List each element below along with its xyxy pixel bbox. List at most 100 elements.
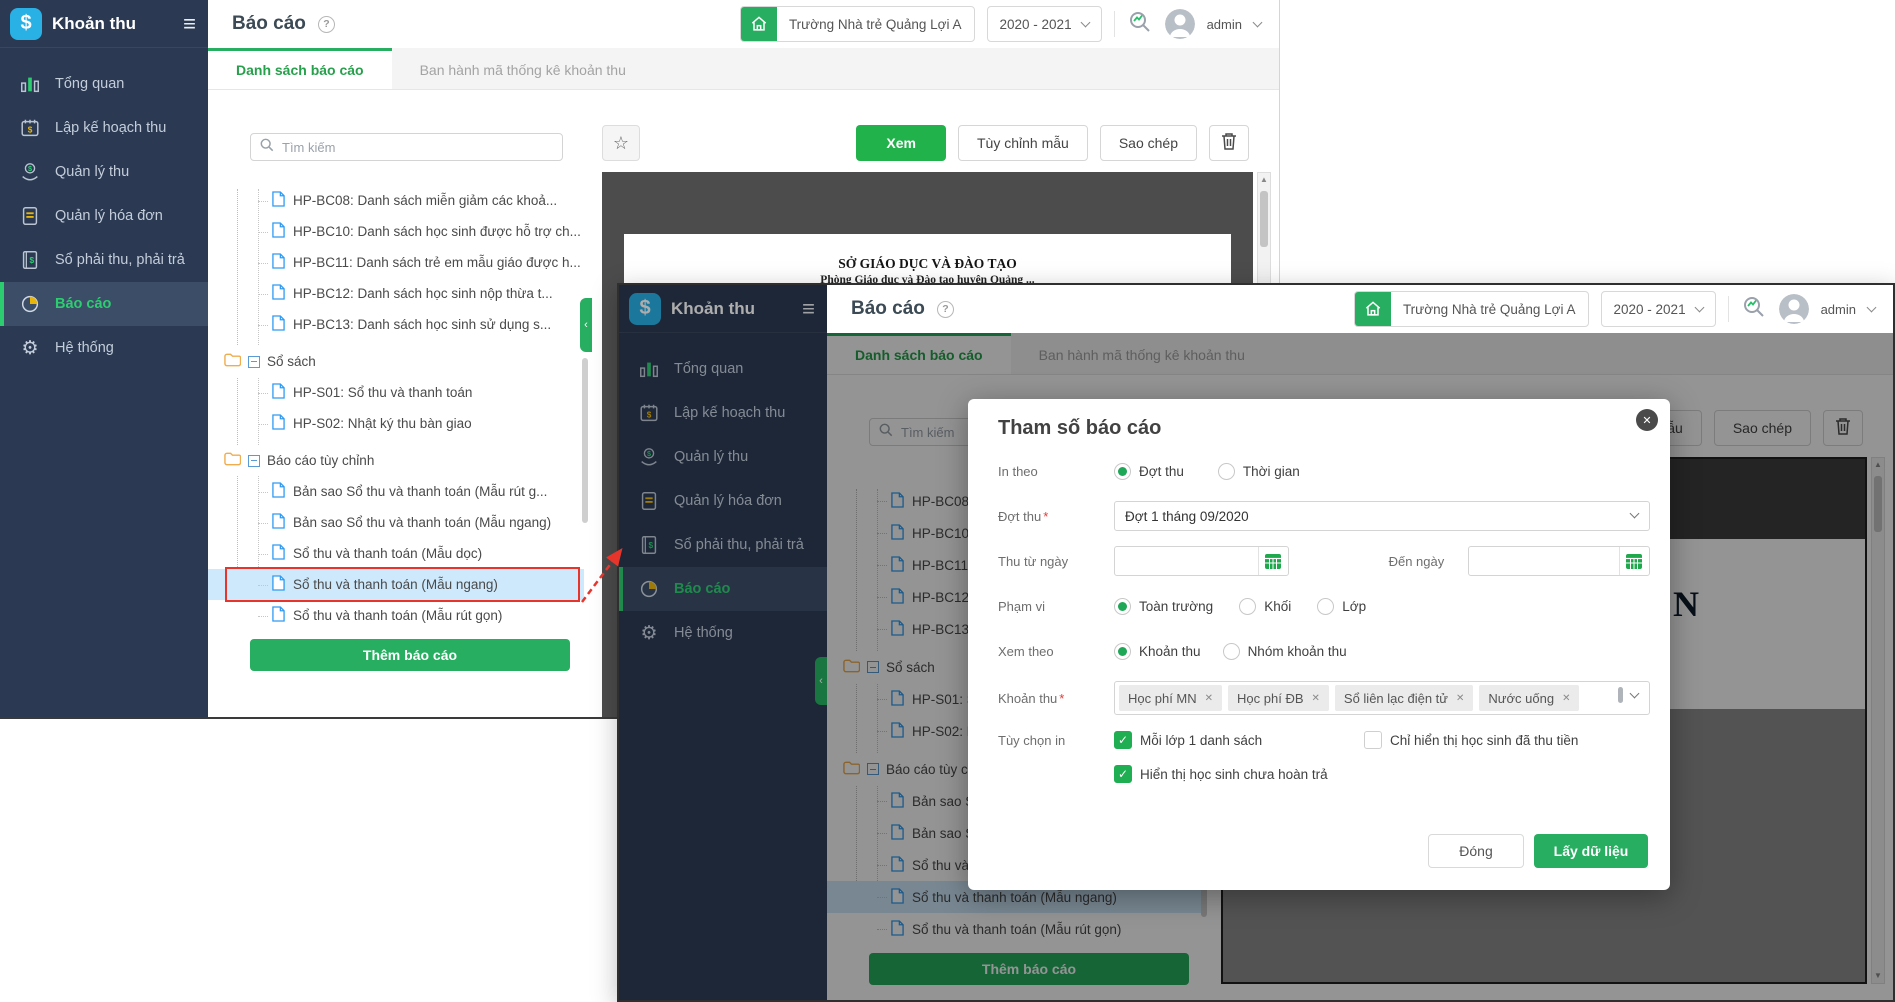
school-year-select[interactable]: 2020 - 2021 — [986, 6, 1102, 42]
tree-item[interactable]: HP-BC11: Danh sách trẻ em mẫu giáo được … — [208, 247, 584, 278]
tree-scrollbar[interactable] — [582, 358, 588, 523]
header: Báo cáo ? Trường Nhà trẻ Quảng Lợi A 202… — [208, 0, 1279, 48]
checkbox-moi-lop[interactable]: ✓ Mỗi lớp 1 danh sách — [1114, 731, 1364, 749]
remove-tag-icon[interactable]: ✕ — [1312, 693, 1320, 704]
checkbox-chi-hien-thi[interactable]: Chỉ hiển thị học sinh đã thu tiền — [1364, 731, 1578, 749]
collection-period-select[interactable]: Đợt 1 tháng 09/2020 — [1114, 501, 1650, 531]
multiselect-scrollbar[interactable] — [1618, 687, 1623, 703]
page-title: Báo cáo — [232, 13, 306, 34]
chevron-down-icon[interactable] — [1252, 17, 1263, 28]
radio-toan-truong[interactable]: Toàn trường — [1114, 597, 1213, 615]
username[interactable]: admin — [1821, 302, 1856, 317]
required-asterisk: * — [1059, 690, 1065, 706]
checkbox-hien-thi-chua-hoan-tra[interactable]: ✓ Hiển thị học sinh chưa hoàn trả — [1114, 765, 1328, 783]
field-label: Đợt thu * — [998, 508, 1049, 524]
sidebar-item-quan-ly-hoa-don[interactable]: Quản lý hóa đơn — [0, 194, 208, 238]
insight-search-icon[interactable] — [1741, 294, 1767, 325]
chevron-down-icon[interactable] — [1866, 302, 1877, 313]
remove-tag-icon[interactable]: ✕ — [1562, 693, 1570, 704]
close-button[interactable]: Đóng — [1428, 834, 1524, 868]
tree-item[interactable]: Sổ thu và thanh toán (Mẫu rút gọn) — [208, 600, 584, 631]
scroll-up-icon[interactable]: ▲ — [1258, 173, 1270, 187]
tree-folder[interactable]: Sổ sách — [208, 346, 584, 377]
tree-item[interactable]: Bản sao Sổ thu và thanh toán (Mẫu ngang) — [208, 507, 584, 538]
school-name: Trường Nhà trẻ Quảng Lợi A — [788, 16, 962, 32]
to-date-input[interactable] — [1468, 546, 1650, 576]
tree-item[interactable]: HP-S01: Sổ thu và thanh toán — [208, 377, 584, 408]
from-date-input[interactable] — [1114, 546, 1289, 576]
chevron-down-icon[interactable] — [1629, 688, 1640, 699]
search-box[interactable] — [250, 133, 563, 161]
tab-danh-sach-bao-cao[interactable]: Danh sách báo cáo — [208, 48, 392, 89]
tree-item[interactable]: HP-BC08: Danh sách miễn giảm các khoả... — [208, 185, 584, 216]
tree-folder[interactable]: Báo cáo tùy chỉnh — [208, 445, 584, 476]
school-selector[interactable]: Trường Nhà trẻ Quảng Lợi A — [739, 6, 975, 42]
remove-tag-icon[interactable]: ✕ — [1205, 693, 1213, 704]
fees-multiselect[interactable]: Học phí MN ✕ Học phí ĐB ✕ Sổ liên lạc điện… — [1114, 681, 1650, 715]
report-tree: HP-BC08: Danh sách miễn giảm các khoả...… — [208, 185, 584, 631]
calendar-icon[interactable] — [1618, 547, 1649, 575]
page-title: Báo cáo — [851, 298, 925, 319]
tree-item[interactable]: HP-BC13: Danh sách học sinh sử dụng s... — [208, 309, 584, 340]
favorite-button[interactable]: ☆ — [602, 125, 640, 161]
remove-tag-icon[interactable]: ✕ — [1456, 693, 1464, 704]
copy-button[interactable]: Sao chép — [1099, 125, 1197, 161]
field-label: Xem theo — [998, 643, 1054, 659]
collapse-node-icon[interactable] — [248, 355, 260, 368]
help-icon[interactable]: ? — [936, 300, 954, 318]
sidebar-item-quan-ly-thu[interactable]: $ Quản lý thu — [0, 150, 208, 194]
radio-thoi-gian[interactable]: Thời gian — [1217, 462, 1300, 480]
view-button[interactable]: Xem — [856, 125, 946, 161]
sidebar-item-tong-quan[interactable]: Tổng quan — [0, 62, 208, 106]
sidebar-item-he-thong[interactable]: ⚙ Hệ thống — [0, 326, 208, 370]
tree-item[interactable]: Sổ thu và thanh toán (Mẫu dọc) — [208, 538, 584, 569]
field-label: Đến ngày — [1388, 553, 1445, 569]
file-icon — [272, 414, 285, 433]
app-logo-icon: $ — [10, 7, 42, 40]
panel-collapse-hand[interactable]: ‹ — [580, 298, 592, 352]
folder-icon — [224, 452, 242, 469]
calendar-icon[interactable] — [1257, 547, 1288, 575]
tree-item[interactable]: HP-BC12: Danh sách học sinh nộp thừa t..… — [208, 278, 584, 309]
school-selector[interactable]: Trường Nhà trẻ Quảng Lợi A — [1353, 291, 1589, 327]
file-icon — [272, 191, 285, 210]
radio-lop[interactable]: Lớp — [1317, 597, 1366, 615]
checkbox-checked-icon: ✓ — [1114, 731, 1132, 749]
svg-text:$: $ — [30, 256, 35, 265]
fee-tag: Học phí MN ✕ — [1119, 685, 1223, 711]
sidebar-item-bao-cao[interactable]: Báo cáo — [0, 282, 208, 326]
search-input[interactable] — [282, 139, 553, 155]
avatar[interactable] — [1164, 9, 1195, 39]
tree-item[interactable]: HP-S02: Nhật ký thu bàn giao — [208, 408, 584, 439]
checkbox-checked-icon: ✓ — [1114, 765, 1132, 783]
get-data-button[interactable]: Lấy dữ liệu — [1534, 834, 1648, 868]
sidebar: $ Khoản thu ≡ Tổng quan $ Lập kế hoạch th… — [0, 0, 208, 717]
radio-khoi[interactable]: Khối — [1239, 597, 1291, 615]
tree-item[interactable]: Bản sao Sổ thu và thanh toán (Mẫu rút g.… — [208, 476, 584, 507]
chevron-down-icon — [1694, 302, 1705, 313]
customize-template-button[interactable]: Tùy chỉnh mẫu — [958, 125, 1088, 161]
close-icon[interactable]: ✕ — [1636, 409, 1658, 431]
username[interactable]: admin — [1207, 17, 1242, 32]
add-report-button[interactable]: Thêm báo cáo — [250, 639, 570, 671]
insight-search-icon[interactable] — [1127, 9, 1153, 40]
sidebar-item-so-phai-thu[interactable]: $ Sổ phải thu, phải trả — [0, 238, 208, 282]
svg-text:$: $ — [28, 164, 32, 173]
radio-selected-icon — [1114, 597, 1131, 615]
avatar[interactable] — [1778, 294, 1809, 324]
help-icon[interactable]: ? — [317, 15, 335, 33]
tree-item-selected[interactable]: Sổ thu và thanh toán (Mẫu ngang) — [208, 567, 584, 602]
radio-dot-thu[interactable]: Đợt thu — [1114, 462, 1184, 480]
tree-item[interactable]: HP-BC10: Danh sách học sinh được hỗ trợ … — [208, 216, 584, 247]
radio-nhom-khoan-thu[interactable]: Nhóm khoản thu — [1222, 642, 1347, 660]
radio-khoan-thu[interactable]: Khoản thu — [1114, 642, 1201, 660]
collapse-node-icon[interactable] — [248, 454, 260, 467]
sidebar-item-lap-ke-hoach-thu[interactable]: $ Lập kế hoạch thu — [0, 106, 208, 150]
school-year-select[interactable]: 2020 - 2021 — [1600, 291, 1716, 327]
report-tree-panel: HP-BC08: Danh sách miễn giảm các khoả...… — [208, 90, 592, 717]
tab-ban-hanh-ma[interactable]: Ban hành mã thống kê khoản thu — [392, 48, 654, 89]
report-parameters-modal: ✕ Tham số báo cáo In theo Đợt thu Thời g… — [968, 399, 1670, 890]
star-icon: ☆ — [612, 132, 630, 153]
delete-button[interactable] — [1209, 125, 1249, 161]
hamburger-icon[interactable]: ≡ — [183, 12, 196, 35]
